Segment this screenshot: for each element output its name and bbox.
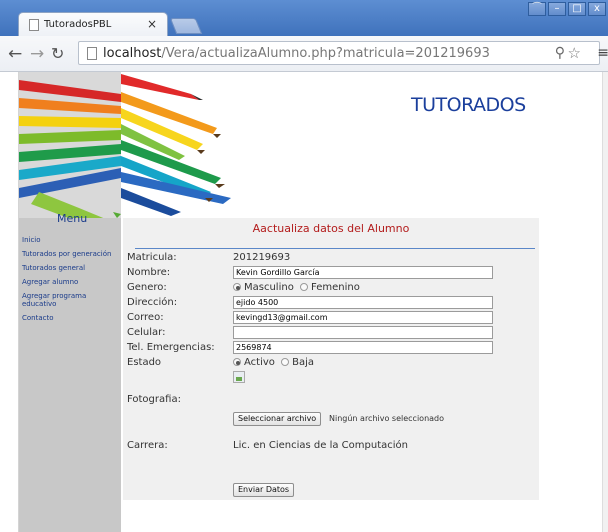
page: Menu Inicio Tutorados por generación Tut… (18, 72, 603, 532)
user-icon[interactable]: ⁀ (528, 2, 546, 16)
submit-button[interactable]: Enviar Datos (233, 483, 295, 497)
no-file-text: Ningún archivo seleccionado (329, 414, 445, 423)
url-path: /Vera/actualizaAlumno.php?matricula=2012… (161, 46, 490, 61)
genero-label: Genero: (127, 282, 167, 293)
celular-input[interactable] (233, 326, 493, 339)
correo-input[interactable] (233, 311, 493, 324)
minimize-icon[interactable]: – (548, 2, 566, 16)
sidebar-item-tutorados-por-generacion[interactable]: Tutorados por generación (22, 250, 118, 258)
matricula-value: 201219693 (233, 252, 291, 263)
page-icon (29, 19, 39, 31)
url-host: localhost (103, 46, 162, 61)
tel-emergencias-input[interactable] (233, 341, 493, 354)
window-controls: ⁀ – □ x (528, 2, 606, 16)
matricula-label: Matricula: (127, 252, 177, 263)
genero-options: Masculino Femenino (233, 282, 360, 293)
site-title: TUTORADOS (411, 94, 526, 116)
correo-label: Correo: (127, 312, 164, 323)
form-title: Aactualiza datos del Alumno (252, 222, 410, 235)
estado-options: Activo Baja (233, 357, 314, 368)
forward-arrow-icon[interactable]: → (30, 44, 44, 64)
activo-radio[interactable] (233, 358, 241, 366)
chrome-menu-icon[interactable]: ≡ (597, 45, 608, 61)
update-student-form: Aactualiza datos del Alumno Matricula: 2… (123, 218, 539, 500)
carrera-value: Lic. en Ciencias de la Computación (233, 440, 408, 451)
baja-radio[interactable] (281, 358, 290, 366)
address-bar[interactable]: localhost/Vera/actualizaAlumno.php?matri… (78, 41, 608, 65)
browser-tab[interactable]: TutoradosPBL × (18, 12, 168, 36)
choose-file-button[interactable]: Seleccionar archivo (233, 412, 322, 426)
sidebar-item-agregar-programa[interactable]: Agregar programa educativo (22, 292, 118, 308)
activo-label: Activo (244, 357, 275, 368)
sidebar-item-agregar-alumno[interactable]: Agregar alumno (22, 278, 118, 286)
masculino-label: Masculino (244, 282, 294, 293)
document-icon (87, 47, 97, 60)
zoom-icon[interactable]: ⚲ (555, 45, 565, 61)
carrera-label: Carrera: (127, 440, 168, 451)
estado-label: Estado (127, 357, 162, 368)
sidebar-item-contacto[interactable]: Contacto (22, 314, 118, 322)
back-arrow-icon[interactable]: ← (8, 44, 22, 64)
divider (135, 248, 535, 249)
student-photo-image (233, 371, 245, 383)
masculino-radio[interactable] (233, 283, 241, 291)
baja-label: Baja (292, 357, 314, 368)
sidebar-item-tutorados-general[interactable]: Tutorados general (22, 264, 118, 272)
direccion-label: Dirección: (127, 297, 178, 308)
tab-close-icon[interactable]: × (147, 17, 157, 31)
nombre-input[interactable] (233, 266, 493, 279)
pencils-image-left (19, 72, 121, 218)
menu-title: Menu (57, 212, 88, 225)
tel-emergencias-label: Tel. Emergencias: (127, 342, 215, 353)
tab-title: TutoradosPBL (44, 19, 112, 30)
main-content: TUTORADOS Aactualiza datos del Alumno Ma… (121, 72, 603, 532)
fotografia-label: Fotografia: (127, 394, 181, 405)
pencils-image-right (121, 74, 231, 216)
title-bar: TutoradosPBL × ⁀ – □ x (0, 0, 608, 36)
nombre-label: Nombre: (127, 267, 171, 278)
femenino-label: Femenino (311, 282, 360, 293)
reload-icon[interactable]: ↻ (51, 44, 64, 63)
direccion-input[interactable] (233, 296, 493, 309)
url-text[interactable]: localhost/Vera/actualizaAlumno.php?matri… (103, 46, 490, 61)
new-tab-button[interactable] (169, 18, 203, 34)
sidebar-item-inicio[interactable]: Inicio (22, 236, 118, 244)
maximize-icon[interactable]: □ (568, 2, 586, 16)
browser-window: TutoradosPBL × ⁀ – □ x ← → ↻ localhost/V… (0, 0, 608, 532)
femenino-radio[interactable] (300, 283, 309, 291)
bookmark-star-icon[interactable]: ☆ (568, 44, 581, 62)
browser-toolbar: ← → ↻ localhost/Vera/actualizaAlumno.php… (0, 36, 608, 72)
close-window-icon[interactable]: x (588, 2, 606, 16)
sidebar: Menu Inicio Tutorados por generación Tut… (19, 72, 121, 532)
celular-label: Celular: (127, 327, 166, 338)
page-viewport: Menu Inicio Tutorados por generación Tut… (0, 72, 608, 532)
sidebar-nav: Inicio Tutorados por generación Tutorado… (22, 236, 118, 328)
vertical-scrollbar[interactable] (602, 72, 608, 532)
